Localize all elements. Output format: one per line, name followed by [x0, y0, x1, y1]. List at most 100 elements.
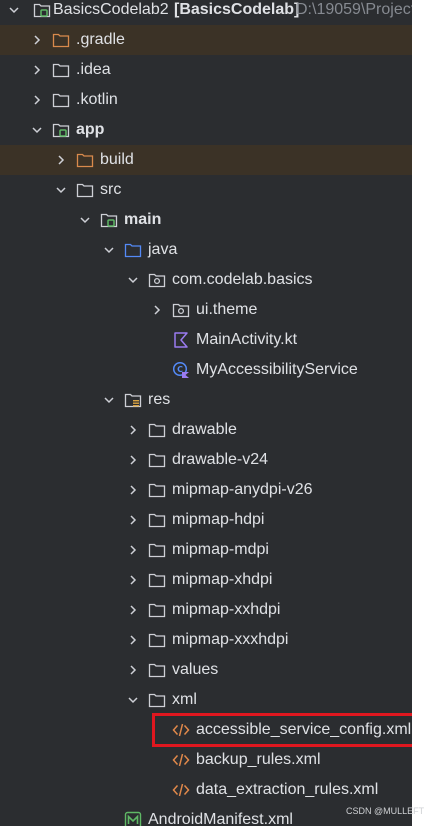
xml-file-icon [172, 751, 190, 769]
chevron-down-icon[interactable] [124, 265, 142, 295]
tree-item[interactable]: mipmap-anydpi-v26 [0, 475, 412, 505]
chevron-right-icon[interactable] [124, 595, 142, 625]
tree-item-label: .idea [76, 61, 111, 78]
folder-icon [148, 511, 166, 529]
tree-item-label: values [172, 661, 219, 678]
xml-file-icon [172, 781, 190, 799]
tree-item-label: mipmap-xxhdpi [172, 601, 281, 618]
chevron-right-icon[interactable] [28, 85, 46, 115]
folder-icon [148, 631, 166, 649]
chevron-down-icon[interactable] [100, 235, 118, 265]
project-root-row[interactable]: BasicsCodelab2 [BasicsCodelab] D:\19059\… [0, 0, 412, 25]
tree-item-label: xml [172, 691, 197, 708]
tree-item[interactable]: backup_rules.xml [0, 745, 412, 775]
manifest-file-icon [124, 811, 142, 826]
chevron-right-icon[interactable] [52, 145, 70, 175]
chevron-right-icon[interactable] [124, 445, 142, 475]
folder-icon [148, 691, 166, 709]
tree-item[interactable]: mipmap-mdpi [0, 535, 412, 565]
tree-item-label: app [76, 121, 105, 138]
highlight-box [152, 713, 412, 747]
tree-item[interactable]: data_extraction_rules.xml [0, 775, 412, 805]
folder-icon [148, 421, 166, 439]
chevron-down-icon[interactable] [100, 385, 118, 415]
chevron-down-icon[interactable] [124, 685, 142, 715]
folder-icon [148, 601, 166, 619]
chevron-right-icon[interactable] [28, 55, 46, 85]
source-folder-icon [124, 241, 142, 259]
chevron-down-icon[interactable] [52, 175, 70, 205]
tree-item[interactable]: java [0, 235, 412, 265]
chevron-right-icon[interactable] [148, 295, 166, 325]
folder-excluded-icon [52, 31, 70, 49]
tree-item[interactable]: ui.theme [0, 295, 412, 325]
tree-item-label: java [148, 241, 178, 258]
folder-icon [148, 481, 166, 499]
chevron-right-icon[interactable] [124, 535, 142, 565]
tree-item-label: com.codelab.basics [172, 271, 313, 288]
tree-item-label: data_extraction_rules.xml [196, 781, 379, 798]
tree-item-label: mipmap-xhdpi [172, 571, 273, 588]
scrollbar-strip [412, 0, 427, 826]
tree-item-label: mipmap-anydpi-v26 [172, 481, 313, 498]
module-folder-icon [33, 1, 51, 19]
tree-item-label: ui.theme [196, 301, 258, 318]
tree-item-label: MyAccessibilityService [196, 361, 358, 378]
tree-item[interactable]: mipmap-xxhdpi [0, 595, 412, 625]
tree-item[interactable]: main [0, 205, 412, 235]
tree-item-label: drawable [172, 421, 237, 438]
chevron-right-icon[interactable] [124, 415, 142, 445]
chevron-right-icon[interactable] [124, 655, 142, 685]
tree-item-label: main [124, 211, 162, 228]
tree-item[interactable]: build [0, 145, 412, 175]
tree-item[interactable]: src [0, 175, 412, 205]
tree-item[interactable]: com.codelab.basics [0, 265, 412, 295]
folder-icon [52, 91, 70, 109]
chevron-right-icon[interactable] [124, 565, 142, 595]
folder-icon [52, 61, 70, 79]
tree-item[interactable]: .gradle [0, 25, 412, 55]
chevron-right-icon[interactable] [28, 25, 46, 55]
tree-item-label: res [148, 391, 171, 408]
tree-item-label: .kotlin [76, 91, 118, 108]
package-icon [148, 271, 166, 289]
tree-item[interactable]: drawable-v24 [0, 445, 412, 475]
project-path: D:\19059\Project [296, 1, 412, 18]
tree-item-label: mipmap-mdpi [172, 541, 269, 558]
folder-icon [76, 181, 94, 199]
watermark: CSDN @MULLEFT [346, 806, 425, 816]
tree-item-label: src [100, 181, 122, 198]
tree-item-label: .gradle [76, 31, 125, 48]
resources-folder-icon [124, 391, 142, 409]
module-folder-icon [52, 121, 70, 139]
tree-item[interactable]: MainActivity.kt [0, 325, 412, 355]
folder-excluded-icon [76, 151, 94, 169]
project-tree-panel: BasicsCodelab2 [BasicsCodelab] D:\19059\… [0, 0, 412, 826]
folder-icon [148, 661, 166, 679]
kotlin-file-icon [172, 331, 190, 349]
chevron-down-icon[interactable] [28, 115, 46, 145]
folder-icon [148, 541, 166, 559]
tree-item[interactable]: mipmap-hdpi [0, 505, 412, 535]
tree-item-label: mipmap-hdpi [172, 511, 265, 528]
project-name: BasicsCodelab2 [53, 1, 169, 18]
tree-item[interactable]: drawable [0, 415, 412, 445]
module-folder-icon [100, 211, 118, 229]
tree-item[interactable]: C MyAccessibilityService [0, 355, 412, 385]
folder-icon [148, 451, 166, 469]
tree-item[interactable]: mipmap-xhdpi [0, 565, 412, 595]
tree-item[interactable]: mipmap-xxxhdpi [0, 625, 412, 655]
chevron-down-icon[interactable] [76, 205, 94, 235]
tree-item[interactable]: .idea [0, 55, 412, 85]
tree-item[interactable]: res [0, 385, 412, 415]
tree-item[interactable]: values [0, 655, 412, 685]
chevron-right-icon[interactable] [124, 505, 142, 535]
chevron-right-icon[interactable] [124, 475, 142, 505]
tree-item-label: MainActivity.kt [196, 331, 298, 348]
chevron-right-icon[interactable] [124, 625, 142, 655]
chevron-down-icon[interactable] [5, 0, 23, 25]
tree-item-label: drawable-v24 [172, 451, 269, 468]
tree-item[interactable]: app [0, 115, 412, 145]
tree-item[interactable]: .kotlin [0, 85, 412, 115]
tree-item[interactable]: xml [0, 685, 412, 715]
